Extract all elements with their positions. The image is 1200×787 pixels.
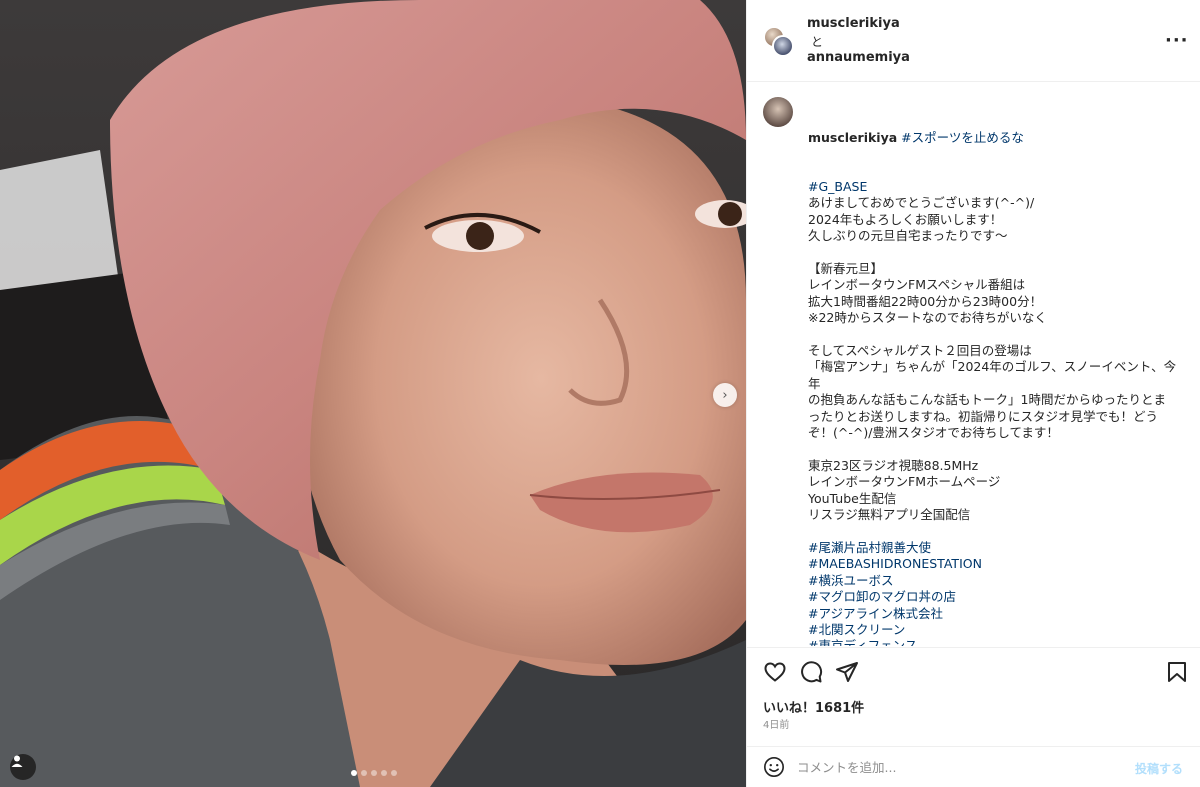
avatar [772, 35, 794, 57]
caption-line: ぞ！(^-^)/豊洲スタジオでお待ちしてます！ [808, 425, 1059, 441]
carousel-dot [371, 770, 377, 776]
caption-line [808, 442, 1188, 458]
carousel-dot [381, 770, 387, 776]
hashtag-link[interactable]: #MAEBASHIDRONESTATION [808, 556, 1188, 572]
collab-conjunction: と [811, 35, 824, 49]
caption-line: ※22時からスタートなのでお待ちがいなく [808, 310, 1047, 326]
post-photo[interactable]: › [0, 0, 746, 787]
heart-icon[interactable] [763, 660, 787, 684]
caption-line: 「梅宮アンナ」ちゃんが「2024年のゴルフ、スノーイベント、今年 [808, 359, 1177, 391]
caption-line: 久しぶりの元旦自宅まったりです〜 [808, 228, 1008, 244]
hashtag-link[interactable]: #G_BASE [808, 179, 1188, 195]
tagged-users-button[interactable] [10, 754, 36, 780]
user-tag-icon [11, 755, 23, 767]
like-count[interactable]: いいね！1681件 [763, 697, 864, 716]
caption-line: そしてスペシャルゲスト２回目の登場は [808, 343, 1032, 359]
hashtag-link[interactable]: #尾瀬片品村親善大使 [808, 540, 1188, 556]
caption-line: レインボータウンFMスペシャル番組は [808, 277, 1026, 293]
carousel-dot [351, 770, 357, 776]
caption-scroll-area[interactable]: musclerikiya #スポーツを止めるな #G_BASE あけましておめでとう… [747, 83, 1200, 646]
carousel-next-button[interactable]: › [713, 383, 737, 407]
carousel-dot [361, 770, 367, 776]
post-photo-image [0, 0, 746, 787]
author-username-link[interactable]: musclerikiya [807, 16, 900, 31]
comment-input[interactable] [797, 757, 1117, 777]
caption-line: リスラジ無料アプリ全国配信 [808, 507, 971, 523]
post-header: musclerikiya と annaumemiya ··· [747, 0, 1200, 82]
post-actions-bar [747, 647, 1200, 695]
hashtag-link[interactable]: #北関スクリーン [808, 622, 1188, 638]
hashtag-link[interactable]: #マグロ卸のマグロ丼の店 [808, 589, 1188, 605]
post-timestamp[interactable]: 4日前 [763, 716, 789, 731]
caption-line: レインボータウンFMホームページ [808, 474, 1001, 490]
caption-line [808, 524, 1188, 540]
chevron-right-icon: › [722, 387, 728, 403]
comment-bar: 投稿する [747, 746, 1200, 787]
caption-line [808, 245, 1188, 261]
caption-line [808, 327, 1188, 343]
caption-line: 東京23区ラジオ視聴88.5MHz [808, 457, 979, 473]
hashtag-link[interactable]: #横浜ユーボス [808, 573, 1188, 589]
caption-line: の抱負あんな話もこんな話もトーク」1時間だからゆったりとま [808, 392, 1166, 408]
caption-line: あけましておめでとうございます(^-^)/ [808, 195, 1035, 211]
post-comment-button[interactable]: 投稿する [1135, 760, 1183, 777]
avatar[interactable] [763, 97, 793, 127]
carousel-indicator [351, 770, 397, 776]
caption-line: 2024年もよろしくお願いします！ [808, 211, 1003, 227]
caption-line: ったりとお送りしますね。初詣帰りにスタジオ見学でも！どう [808, 408, 1159, 424]
collaborator-username-link[interactable]: annaumemiya [807, 50, 910, 65]
post-side-panel: musclerikiya と annaumemiya ··· musclerik… [746, 0, 1200, 787]
caption-username-link[interactable]: musclerikiya [808, 130, 897, 145]
caption-line: YouTube生配信 [808, 490, 897, 506]
more-horizontal-icon[interactable]: ··· [1165, 30, 1189, 51]
share-icon[interactable] [835, 660, 859, 684]
caption-line: 【新春元旦】 [808, 261, 884, 277]
comment-icon[interactable] [799, 660, 823, 684]
hashtag-link[interactable]: #アジアライン株式会社 [808, 606, 1188, 622]
bookmark-icon[interactable] [1165, 660, 1189, 684]
hashtag-link[interactable]: #スポーツを止めるな [901, 130, 1024, 145]
hashtag-link[interactable]: #東京ディフェンス [808, 638, 1188, 646]
caption-line: 拡大1時間番組22時00分から23時00分！ [808, 293, 1043, 309]
collab-avatars[interactable] [763, 26, 795, 58]
post-caption: musclerikiya #スポーツを止めるな #G_BASE あけましておめでとう… [808, 97, 1188, 646]
carousel-dot [391, 770, 397, 776]
smiley-icon[interactable] [763, 756, 785, 778]
caption-first-line: musclerikiya #スポーツを止めるな [808, 130, 1188, 146]
